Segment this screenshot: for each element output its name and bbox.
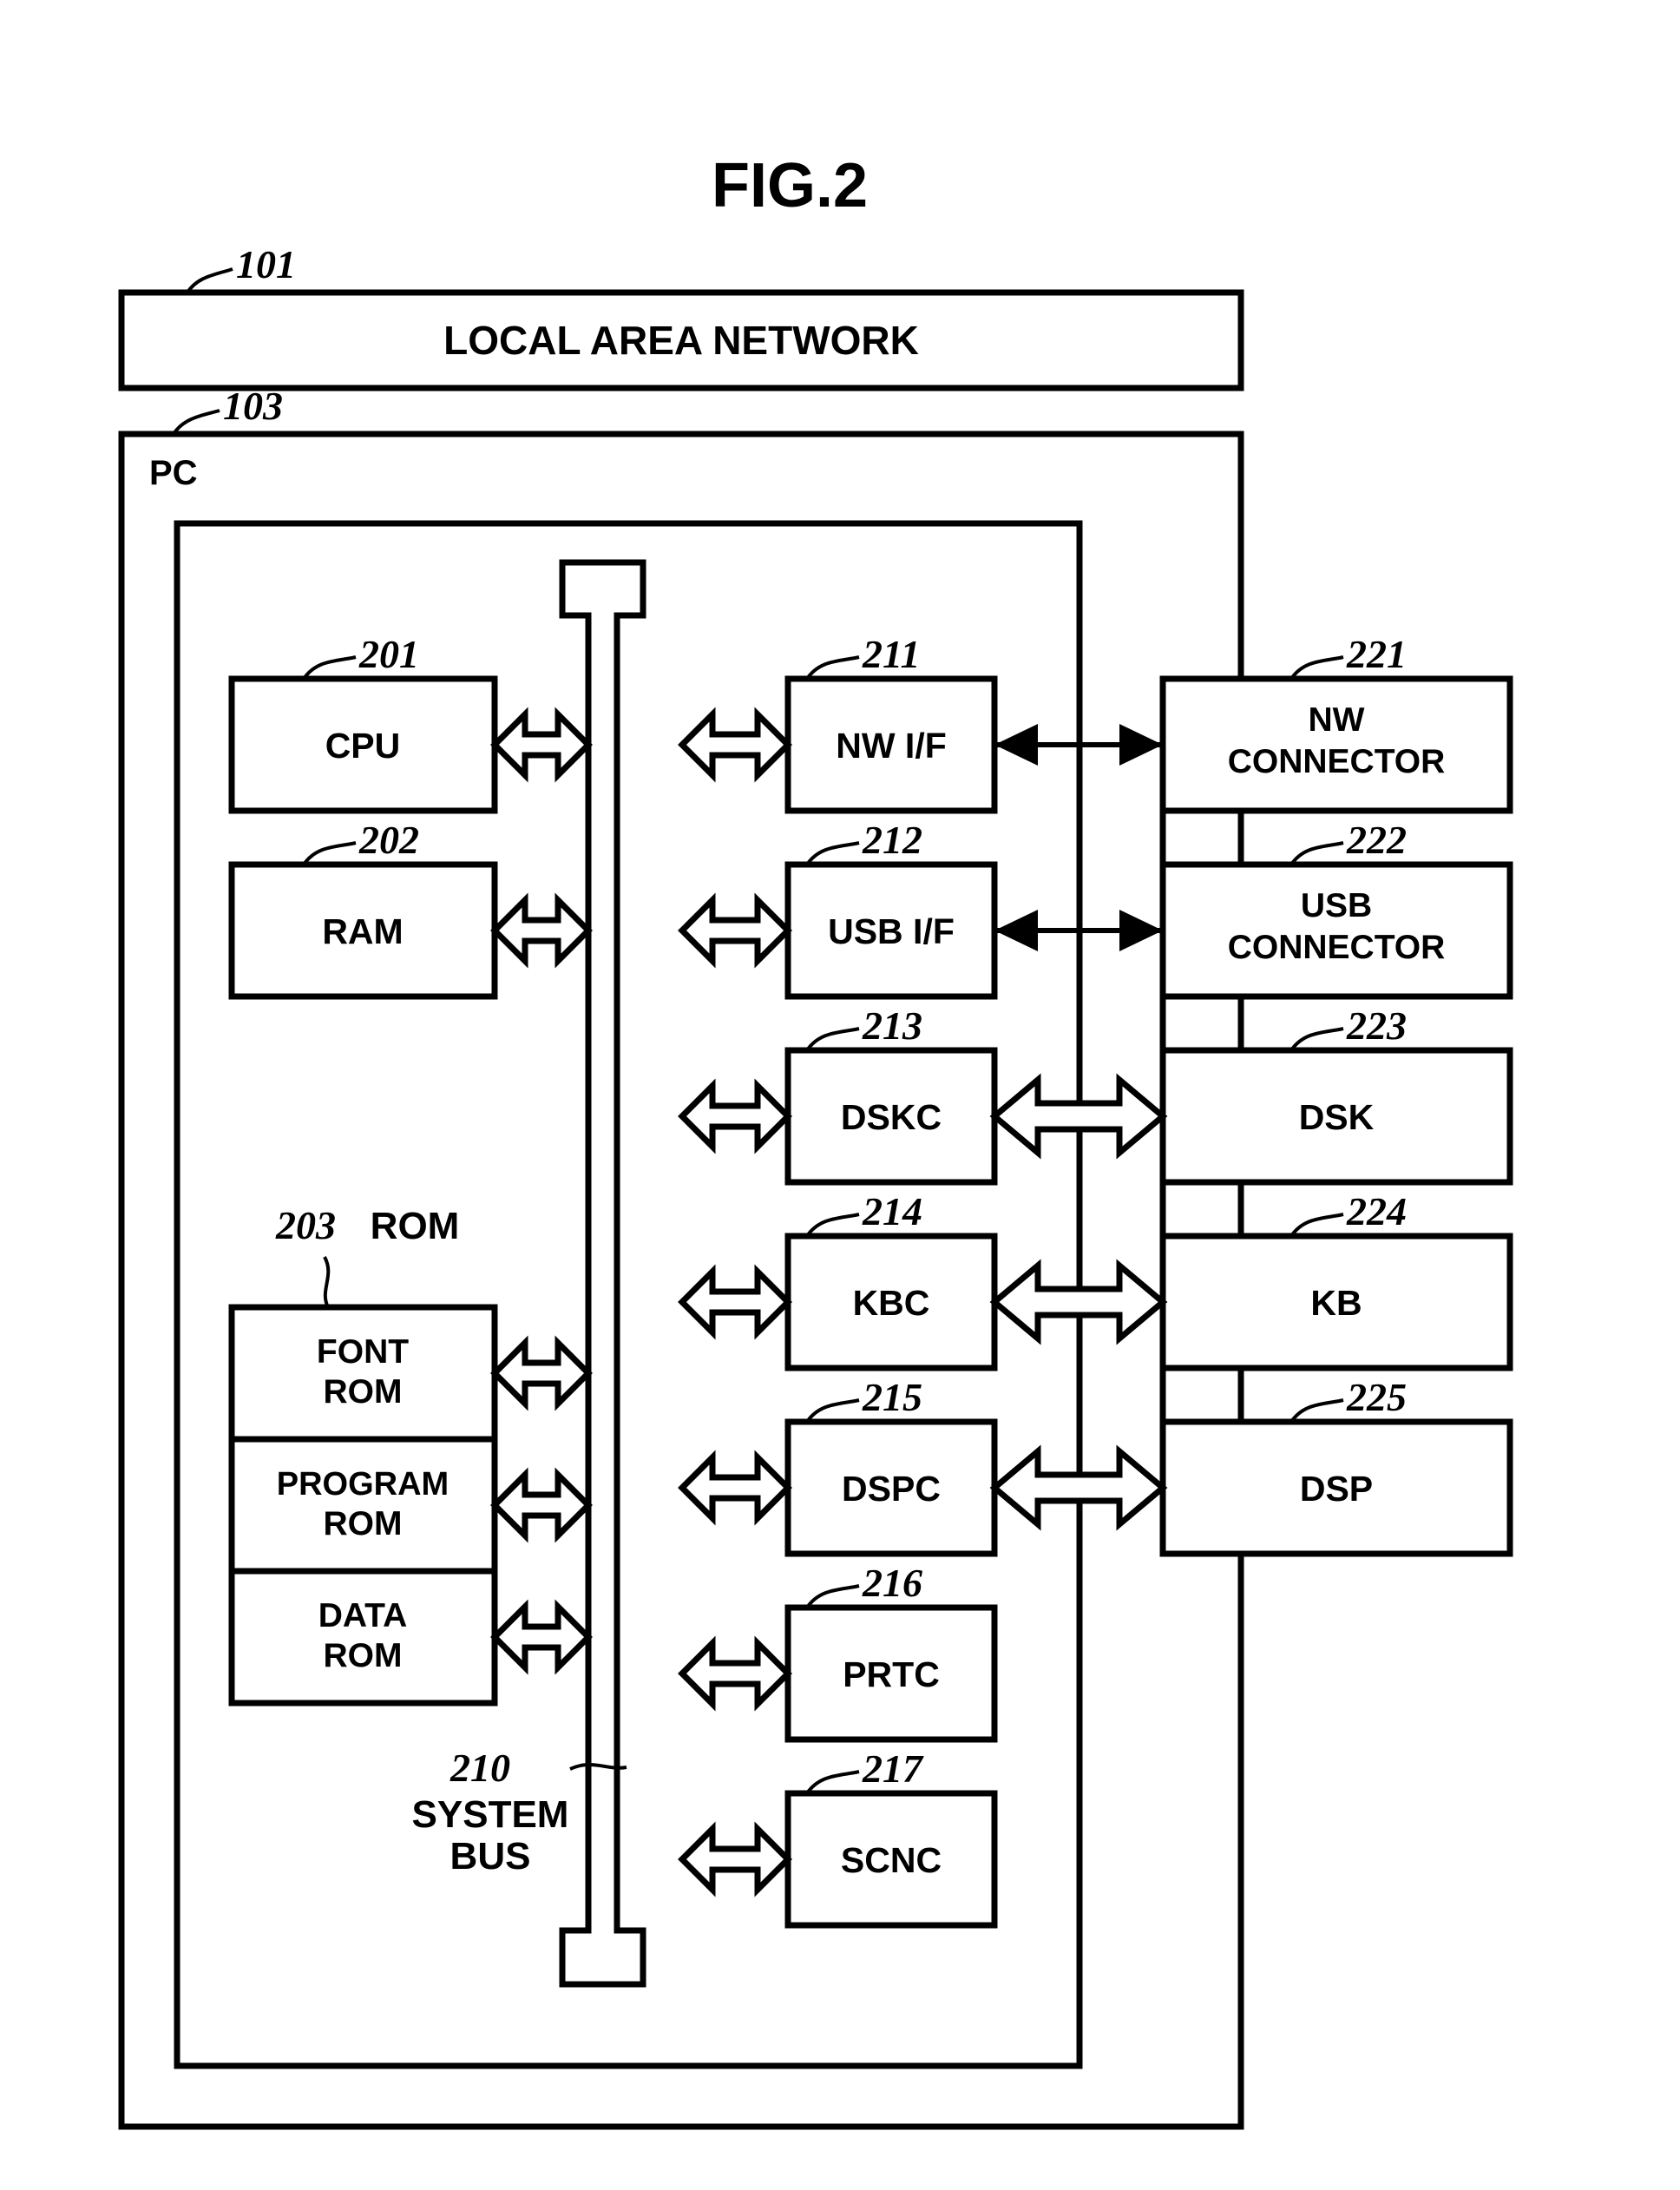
ref-224: 224: [1346, 1189, 1407, 1233]
ref-201: 201: [358, 632, 419, 676]
ref-210: 210: [450, 1746, 510, 1790]
ref-212: 212: [862, 818, 922, 862]
program-rom-label-2: ROM: [324, 1505, 403, 1542]
font-rom-label-2: ROM: [324, 1373, 403, 1411]
kbc-label: KBC: [853, 1283, 930, 1323]
block-diagram-svg: FIG.2 101 LOCAL AREA NETWORK 103 PC 210 …: [118, 151, 1513, 2130]
lan-label: LOCAL AREA NETWORK: [443, 318, 919, 363]
prtc-label: PRTC: [843, 1654, 940, 1694]
leader-103: [172, 409, 220, 436]
leader-221: [1290, 655, 1344, 681]
figure-title: FIG.2: [712, 151, 868, 220]
usb-connector-label-1: USB: [1301, 887, 1372, 924]
dsp-label: DSP: [1300, 1469, 1373, 1509]
rom-title-label: ROM: [371, 1205, 460, 1247]
ref-217: 217: [862, 1746, 924, 1791]
ref-216: 216: [862, 1561, 922, 1605]
font-rom-label-1: FONT: [317, 1333, 409, 1371]
figure-canvas: FIG.2 101 LOCAL AREA NETWORK 103 PC 210 …: [0, 0, 1680, 2190]
data-rom-label-1: DATA: [318, 1597, 408, 1634]
nw-connector-label-2: CONNECTOR: [1228, 743, 1446, 780]
pc-label: PC: [149, 454, 198, 492]
data-rom-label-2: ROM: [324, 1637, 403, 1674]
leader-222: [1290, 841, 1344, 866]
ref-101: 101: [236, 242, 296, 286]
leader-101: [186, 267, 233, 294]
ref-225: 225: [1346, 1375, 1407, 1419]
program-rom-label-1: PROGRAM: [277, 1466, 449, 1503]
ref-221: 221: [1346, 632, 1407, 676]
nwif-label: NW I/F: [836, 726, 947, 766]
cpu-label: CPU: [325, 726, 401, 766]
leader-225: [1290, 1398, 1344, 1424]
ref-211: 211: [862, 632, 920, 676]
ref-215: 215: [862, 1375, 922, 1419]
lan-block: 101 LOCAL AREA NETWORK: [118, 242, 1244, 391]
scnc-label: SCNC: [841, 1840, 942, 1880]
leader-223: [1290, 1027, 1344, 1052]
usbif-label: USB I/F: [828, 911, 955, 951]
ram-label: RAM: [322, 911, 403, 951]
ref-214: 214: [862, 1189, 922, 1233]
leader-224: [1290, 1213, 1344, 1238]
system-bus-label-2: BUS: [450, 1835, 531, 1878]
ref-202: 202: [358, 818, 419, 862]
dsk-label: DSK: [1299, 1097, 1375, 1137]
ref-213: 213: [862, 1003, 922, 1048]
ref-222: 222: [1346, 818, 1407, 862]
kb-label: KB: [1310, 1283, 1362, 1323]
ref-223: 223: [1346, 1003, 1407, 1048]
nw-connector-label-1: NW: [1309, 701, 1365, 739]
ref-203: 203: [275, 1203, 336, 1247]
system-bus-label-1: SYSTEM: [412, 1793, 569, 1836]
dskc-label: DSKC: [841, 1097, 942, 1137]
ref-103: 103: [223, 384, 283, 428]
usb-connector-label-2: CONNECTOR: [1228, 929, 1446, 966]
dspc-label: DSPC: [842, 1469, 941, 1509]
pc-block: 103 PC: [118, 384, 1244, 2130]
